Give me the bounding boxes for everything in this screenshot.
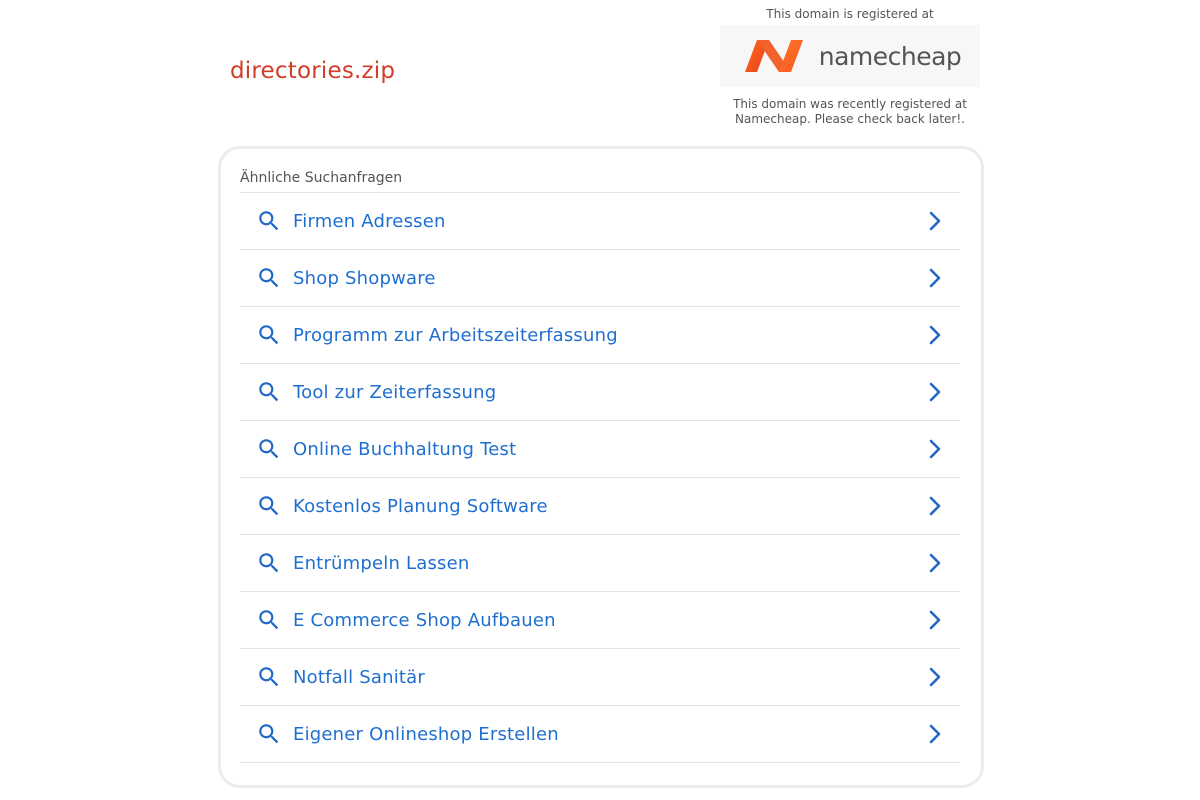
search-icon bbox=[259, 325, 279, 345]
related-search-item[interactable]: Shop Shopware bbox=[240, 249, 960, 306]
chevron-right-icon bbox=[929, 667, 941, 687]
chevron-right-icon bbox=[929, 496, 941, 516]
related-search-label: Notfall Sanitär bbox=[293, 666, 425, 688]
search-icon bbox=[259, 382, 279, 402]
related-searches-card: Ähnliche Suchanfragen Firmen Adressen Sh… bbox=[218, 146, 984, 788]
related-search-label: E Commerce Shop Aufbauen bbox=[293, 609, 556, 631]
search-icon bbox=[259, 724, 279, 744]
search-icon bbox=[259, 496, 279, 516]
related-search-item[interactable]: Notfall Sanitär bbox=[240, 648, 960, 705]
chevron-right-icon bbox=[929, 268, 941, 288]
namecheap-wordmark: namecheap bbox=[818, 41, 962, 71]
registrar-message-line1: This domain was recently registered at bbox=[733, 97, 967, 111]
chevron-right-icon bbox=[929, 211, 941, 231]
chevron-right-icon bbox=[929, 439, 941, 459]
related-search-label: Shop Shopware bbox=[293, 267, 436, 289]
chevron-right-icon bbox=[929, 382, 941, 402]
related-search-label: Tool zur Zeiterfassung bbox=[293, 381, 497, 403]
related-search-item[interactable]: Tool zur Zeiterfassung bbox=[240, 363, 960, 420]
registrar-message-line2: Namecheap. Please check back later!. bbox=[735, 112, 965, 126]
registrar-panel: This domain is registered at namecheap T… bbox=[720, 6, 980, 127]
related-search-item[interactable]: Online Buchhaltung Test bbox=[240, 420, 960, 477]
related-search-label: Firmen Adressen bbox=[293, 210, 446, 232]
related-search-item[interactable]: Firmen Adressen bbox=[240, 192, 960, 249]
search-icon bbox=[259, 553, 279, 573]
related-search-label: Entrümpeln Lassen bbox=[293, 552, 470, 574]
related-search-item[interactable]: Kostenlos Planung Software bbox=[240, 477, 960, 534]
search-icon bbox=[259, 439, 279, 459]
namecheap-logo[interactable]: namecheap bbox=[720, 25, 980, 87]
parked-domain-page: directories.zip This domain is registere… bbox=[0, 0, 1200, 800]
chevron-right-icon bbox=[929, 325, 941, 345]
registrar-message: This domain was recently registered at N… bbox=[720, 97, 980, 127]
related-search-label: Programm zur Arbeitszeiterfassung bbox=[293, 324, 618, 346]
related-search-item[interactable]: Eigener Onlineshop Erstellen bbox=[240, 705, 960, 763]
chevron-right-icon bbox=[929, 553, 941, 573]
search-icon bbox=[259, 268, 279, 288]
registrar-intro: This domain is registered at bbox=[766, 7, 934, 21]
search-icon bbox=[259, 667, 279, 687]
related-search-item[interactable]: Programm zur Arbeitszeiterfassung bbox=[240, 306, 960, 363]
related-searches-heading: Ähnliche Suchanfragen bbox=[240, 170, 403, 186]
related-search-label: Kostenlos Planung Software bbox=[293, 495, 548, 517]
namecheap-logo-icon bbox=[744, 40, 803, 72]
chevron-right-icon bbox=[929, 724, 941, 744]
chevron-right-icon bbox=[929, 610, 941, 630]
search-icon bbox=[259, 211, 279, 231]
related-searches-list: Firmen Adressen Shop Shopware Programm z… bbox=[240, 192, 960, 763]
domain-title: directories.zip bbox=[230, 58, 396, 84]
related-search-item[interactable]: E Commerce Shop Aufbauen bbox=[240, 591, 960, 648]
related-search-item[interactable]: Entrümpeln Lassen bbox=[240, 534, 960, 591]
related-search-label: Eigener Onlineshop Erstellen bbox=[293, 723, 559, 745]
search-icon bbox=[259, 610, 279, 630]
related-search-label: Online Buchhaltung Test bbox=[293, 438, 517, 460]
